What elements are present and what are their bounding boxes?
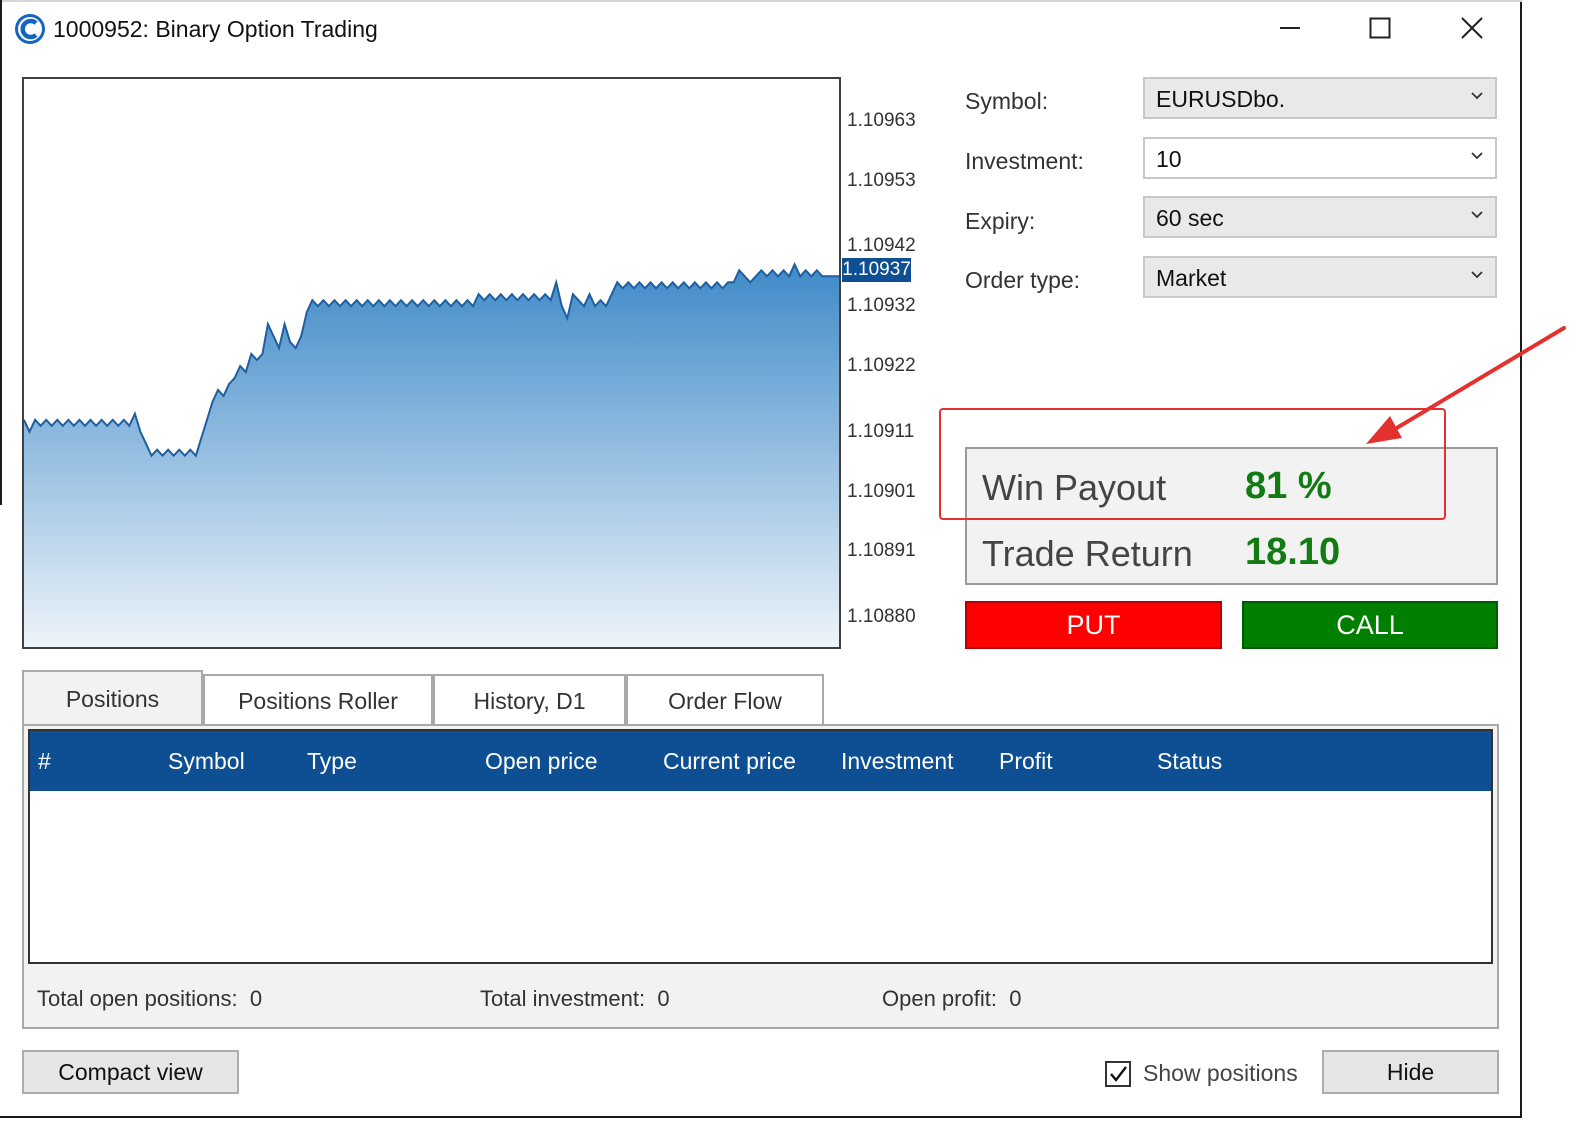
tab-order-flow[interactable]: Order Flow (626, 674, 824, 726)
total-investment-label: Total investment: (480, 986, 646, 1011)
price-tick-label: 1.10963 (847, 109, 916, 131)
symbol-value: EURUSDbo. (1156, 86, 1286, 112)
minimize-button[interactable] (1260, 8, 1320, 52)
price-tick-label: 1.10932 (847, 295, 916, 317)
investment-value: 10 (1156, 146, 1182, 172)
total-open-positions-value: 0 (249, 986, 263, 1011)
tab-positions[interactable]: Positions (22, 670, 203, 726)
column-header-investment[interactable]: Investment (841, 748, 954, 775)
column-header-type[interactable]: Type (307, 748, 357, 775)
column-header-profit[interactable]: Profit (999, 748, 1053, 775)
price-tick-label: 1.10880 (847, 606, 916, 628)
symbol-label: Symbol: (965, 88, 1049, 114)
symbol-select[interactable]: EURUSDbo. (1143, 77, 1497, 119)
minimize-icon (1279, 17, 1301, 44)
annotation-arrow (1366, 326, 1566, 444)
show-positions-checkbox[interactable] (1105, 1061, 1131, 1087)
compact-view-button[interactable]: Compact view (22, 1050, 239, 1094)
open-profit-label: Open profit: (882, 986, 997, 1011)
column-header-number[interactable]: # (38, 748, 51, 775)
total-investment: Total investment: 0 (480, 986, 670, 1012)
total-open-positions: Total open positions: 0 (37, 986, 262, 1012)
open-profit-value: 0 (1009, 986, 1022, 1011)
expiry-value: 60 sec (1156, 205, 1224, 231)
maximize-icon (1369, 17, 1391, 44)
chevron-down-icon (1469, 207, 1485, 223)
window-title: 1000952: Binary Option Trading (53, 16, 378, 42)
chevron-down-icon (1469, 148, 1485, 164)
price-axis: 1.10963 1.10953 1.10942 1.10932 1.10922 1.109… (842, 77, 932, 649)
order-type-select[interactable]: Market (1143, 256, 1497, 298)
show-positions-label: Show positions (1143, 1060, 1298, 1086)
column-header-symbol[interactable]: Symbol (168, 748, 245, 775)
price-tick-label: 1.10953 (847, 169, 916, 191)
price-tick-label: 1.10911 (847, 420, 915, 442)
order-type-label: Order type: (965, 267, 1081, 293)
price-tick-label: 1.10942 (847, 235, 916, 257)
price-tick-label: 1.10891 (847, 540, 916, 562)
expiry-select[interactable]: 60 sec (1143, 196, 1497, 238)
trade-return-value: 18.10 (1245, 531, 1341, 573)
price-chart-svg (24, 261, 839, 647)
price-tick-label: 1.10901 (847, 480, 916, 502)
price-tick-label: 1.10922 (847, 354, 916, 376)
open-profit: Open profit: 0 (882, 986, 1021, 1012)
column-header-status[interactable]: Status (1157, 748, 1222, 775)
positions-table[interactable]: # Symbol Type Open price Current price I… (28, 729, 1493, 964)
chevron-down-icon (1469, 88, 1485, 104)
close-button[interactable] (1442, 8, 1502, 52)
trade-return-label: Trade Return (982, 533, 1193, 574)
chart-area-fill (24, 264, 839, 647)
maximize-button[interactable] (1350, 8, 1410, 52)
tab-history-d1[interactable]: History, D1 (433, 674, 626, 726)
column-header-current-price[interactable]: Current price (663, 748, 796, 775)
current-price-marker: 1.10937 (842, 258, 911, 282)
title-bar: 1000952: Binary Option Trading (0, 0, 1520, 62)
call-button[interactable]: CALL (1242, 601, 1498, 649)
investment-select[interactable]: 10 (1143, 137, 1497, 179)
close-icon (1461, 16, 1483, 44)
order-type-value: Market (1156, 265, 1227, 291)
price-chart[interactable] (22, 77, 841, 649)
total-investment-value: 0 (657, 986, 670, 1011)
chevron-down-icon (1469, 267, 1485, 283)
expiry-label: Expiry: (965, 208, 1036, 234)
tab-positions-roller[interactable]: Positions Roller (203, 674, 433, 726)
total-open-positions-label: Total open positions: (37, 986, 238, 1011)
hide-button[interactable]: Hide (1322, 1050, 1499, 1094)
put-button[interactable]: PUT (965, 601, 1222, 649)
column-header-open-price[interactable]: Open price (485, 748, 598, 775)
investment-label: Investment: (965, 148, 1084, 174)
app-logo-icon (14, 13, 46, 45)
app-window: 1000952: Binary Option Trading 1.10963 1… (0, 0, 1522, 1118)
window-border-left (0, 0, 2, 505)
table-header: # Symbol Type Open price Current price I… (30, 731, 1491, 791)
